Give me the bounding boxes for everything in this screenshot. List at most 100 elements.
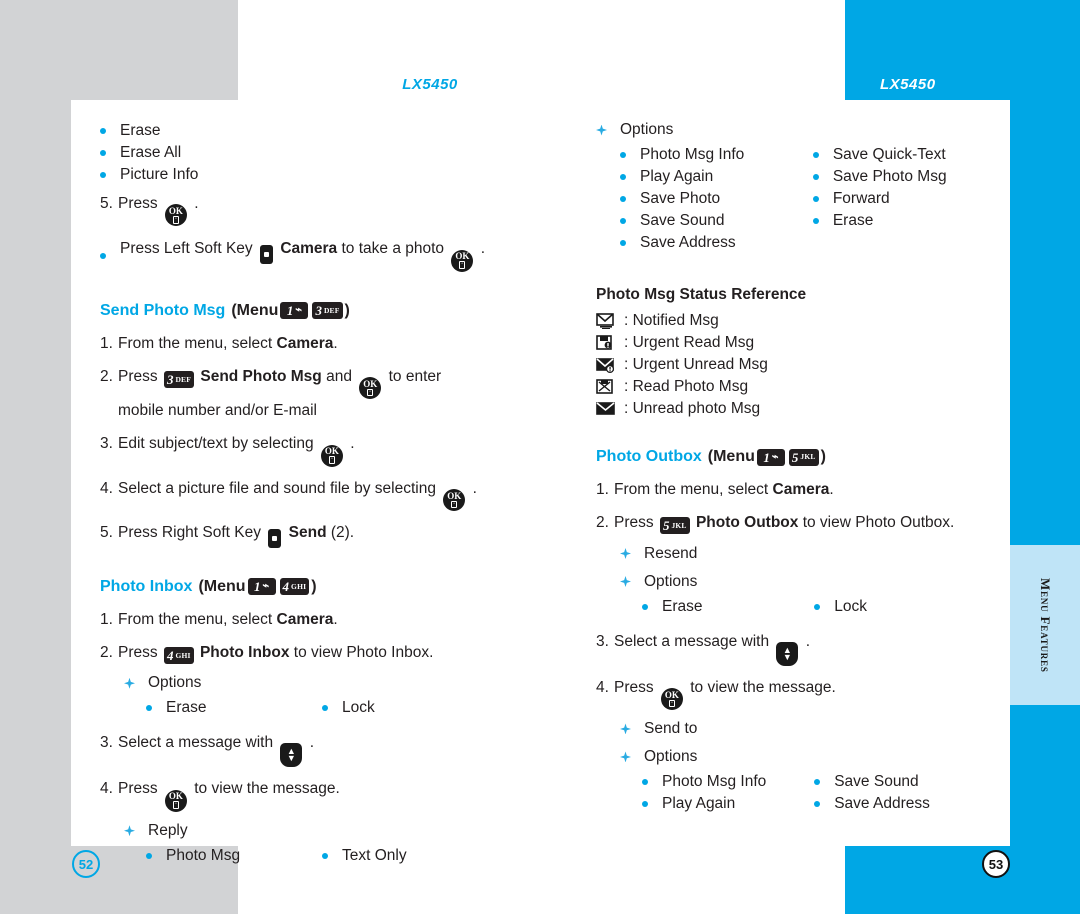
page-number-left: 52 [72,850,100,878]
left-page-header: LX5450 [402,76,458,93]
step-body: Press 4 GHI Photo Inbox to view Photo Inb… [118,644,434,664]
right-page-header: LX5450 [880,76,936,93]
step-number: 2. [596,514,609,532]
ok-key-icon: OK ▫ [443,488,466,511]
status-label: : Read Photo Msg [624,378,749,395]
options2-group-label: Options [596,748,996,766]
right-page-content: Options Photo Msg Info Play Again Save P… [596,118,996,817]
options2-column-2: Save Sound Save Address [814,769,996,817]
list-item-label: Erase [832,212,874,229]
keypad-key-5jkl-icon: 5 JKL [659,517,690,535]
step-body: Press Right Soft Key Send (2). [118,521,530,548]
options-label: Options [620,121,674,138]
navigation-key-icon: ▲ ▼ [776,641,799,666]
step-item: 3. Select a message with ▲ ▼ . [100,731,530,768]
step-number: 1. [100,334,113,352]
step-number: 4. [596,678,609,696]
top-bullet-list: Erase Erase All Picture Info [100,122,530,184]
step-number: 2. [100,367,113,385]
list-item-label: Erase [662,597,703,615]
step-body: Press 5 JKL Photo Outbox to view Photo Ou… [614,514,955,535]
step-item: 4. Select a picture file and sound file … [100,477,530,511]
urgent-read-msg-icon [596,335,618,351]
step-body: Select a message with ▲ ▼ . [118,731,530,768]
reply-label: Reply [148,821,188,839]
diamond-bullet-icon [124,825,135,836]
status-row: : Notified Msg [596,312,996,330]
list-item-label: Photo Msg Info [640,146,745,163]
urgent-unread-msg-icon [596,357,618,373]
step-press-ok: 5. Press OK ▫ . [100,192,530,227]
keypad-key-3def-icon: 3 DEF [312,302,343,319]
options-row: Erase Lock [100,695,530,721]
options-group-label: Options [100,674,530,692]
bullet-dot-icon [146,852,152,859]
step-body: From the menu, select Camera. [118,334,338,352]
list-item: Save Sound [620,212,813,230]
step-number: 3. [596,632,609,650]
list-item-label: Lock [834,597,867,615]
list-item: Play Again [620,168,813,186]
list-item: Erase [146,699,322,717]
left-page-top-band [0,0,238,100]
list-item: Erase All [100,144,530,162]
section-heading-send-photo-msg: Send Photo Msg (Menu 1 ⌁ 3 DEF ) [100,302,530,320]
list-item-label: Erase [120,122,161,139]
bullet-dot-icon [322,705,328,712]
ok-key-icon: OK ▫ [660,687,683,710]
options-column-2: Save Quick-Text Save Photo Msg Forward E… [812,142,996,256]
softkey-note-pre: Press Left Soft Key [120,240,253,258]
list-item: Photo Msg Info [642,773,814,791]
section-title: Photo Inbox [100,577,193,595]
step-item: 2. Press 3 DEF Send Photo Msg and OK ▫ to … [100,365,530,423]
side-index-tab: Menu Features [1010,545,1080,705]
softkey-note-tail: . [480,240,485,258]
status-row: : Unread photo Msg [596,400,996,418]
list-item-label: Erase All [120,144,182,161]
close-paren: ) [311,577,317,595]
step-item: 2. Press 4 GHI Photo Inbox to view Photo … [100,641,530,664]
bullet-dot-icon [642,778,648,785]
step-item: 1. From the menu, select Camera. [596,478,996,501]
diamond-bullet-icon [124,678,135,689]
status-row: : Urgent Read Msg [596,334,996,352]
step-number: 3. [100,734,113,752]
softkey-note-mid: to take a photo [341,240,445,258]
read-photo-msg-icon [596,379,618,395]
page-number-right: 53 [982,850,1010,878]
right-page-side-band [1010,100,1080,846]
diamond-bullet-icon [596,125,607,136]
list-item-label: Photo Msg Info [662,772,767,790]
status-reference-heading: Photo Msg Status Reference [596,286,807,303]
notified-msg-icon [596,313,618,329]
options-label: Options [644,572,698,590]
step-number: 4. [100,780,113,798]
reply-options-row: Photo Msg Text Only [100,843,530,869]
list-item-label: Save Sound [834,772,919,790]
options-column-2: Lock [322,695,512,721]
bullet-dot-icon [812,218,819,224]
manual-spread: Menu Features LX5450 LX5450 52 53 Erase … [0,0,1080,914]
keypad-key-1-icon: 1 ⌁ [756,448,785,466]
bullet-dot-icon [620,196,626,202]
send-to-label: Send to [644,719,698,737]
bullet-dot-icon [620,152,626,158]
list-item: Save Address [620,234,813,252]
bullet-dot-icon [620,174,626,180]
status-label: : Urgent Read Msg [624,334,755,351]
step-body: Edit subject/text by selecting OK ▫ . [118,432,530,467]
list-item: Save Sound [814,773,996,791]
step-item: 1. From the menu, select Camera. [100,332,530,355]
list-item: Erase [812,212,996,230]
keypad-key-5jkl-icon: 5 JKL [788,448,819,466]
step-number: 5. [100,195,113,212]
bullet-dot-icon [814,603,821,610]
options-column-1: Erase [642,594,814,620]
bullet-dot-icon [812,174,819,180]
softkey-note: Press Left Soft Key Camera to take a pho… [100,240,530,272]
status-row: : Urgent Unread Msg [596,356,996,374]
list-item: Save Photo Msg [812,168,996,186]
list-item: Save Photo [620,190,813,208]
list-item-label: Erase [166,699,207,717]
step-body: From the menu, select Camera. [118,610,338,628]
